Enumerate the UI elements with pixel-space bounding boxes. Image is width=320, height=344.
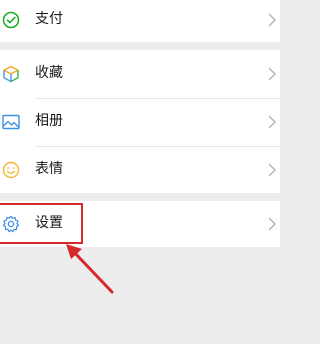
smiley-icon <box>2 161 20 179</box>
menu-item-stickers[interactable]: 表情 <box>0 146 280 194</box>
menu-group-pay: 支付 <box>0 0 280 42</box>
chevron-right-icon <box>268 163 276 177</box>
menu-item-favorites[interactable]: 收藏 <box>0 50 280 98</box>
menu-group-main: 收藏 相册 表情 <box>0 50 280 193</box>
pointer-arrow-icon <box>60 240 120 300</box>
menu-item-favorites-label: 收藏 <box>35 65 63 81</box>
cube-icon <box>2 65 20 83</box>
menu-item-album[interactable]: 相册 <box>0 98 280 146</box>
chevron-right-icon <box>268 67 276 81</box>
highlight-box <box>0 203 83 244</box>
menu-item-pay[interactable]: 支付 <box>0 0 280 44</box>
chevron-right-icon <box>268 217 276 231</box>
menu-item-pay-label: 支付 <box>35 11 63 27</box>
menu-item-album-label: 相册 <box>35 113 63 129</box>
chevron-right-icon <box>268 13 276 27</box>
picture-icon <box>2 113 20 131</box>
wechat-pay-icon <box>2 11 20 29</box>
menu-item-stickers-label: 表情 <box>35 161 63 177</box>
chevron-right-icon <box>268 115 276 129</box>
